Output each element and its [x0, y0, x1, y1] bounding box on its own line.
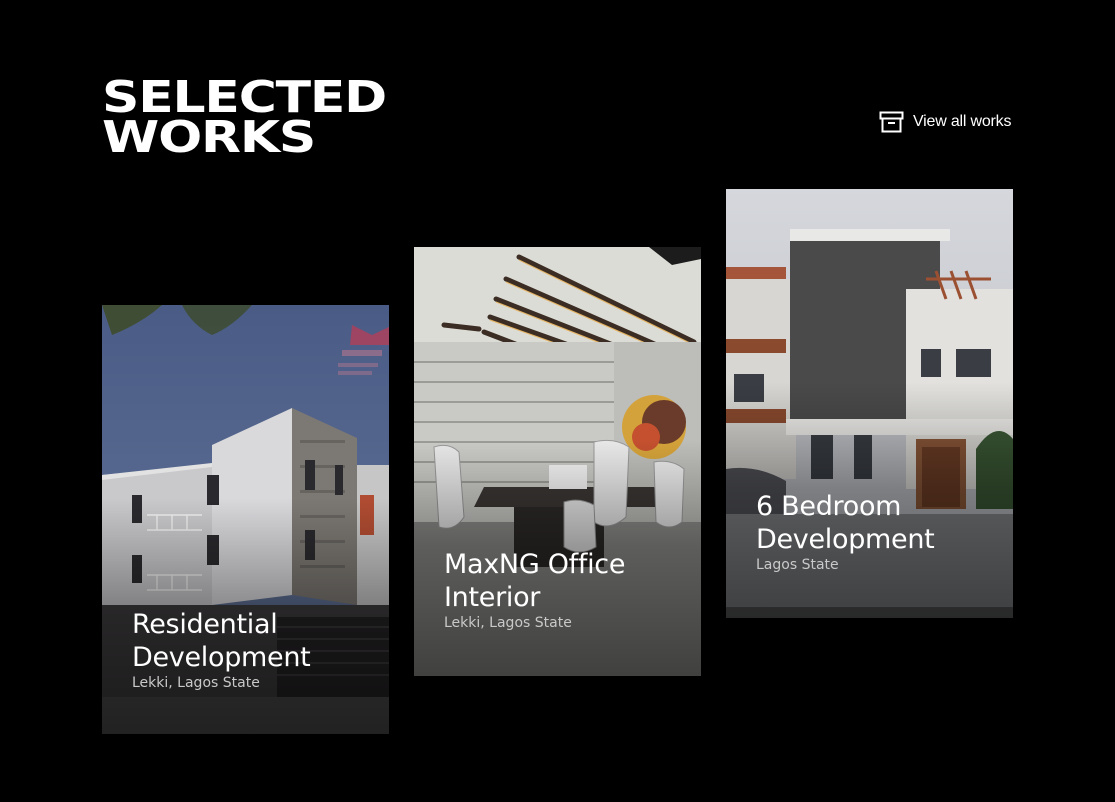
archive-box-icon [879, 111, 904, 133]
view-all-works-link[interactable]: View all works [879, 111, 1011, 133]
work-location: Lagos State [756, 557, 839, 573]
work-caption: MaxNG Office Interior Lekki, Lagos State [444, 548, 685, 632]
work-title: MaxNG Office Interior [444, 549, 626, 613]
section-heading: SELECTED WORKS [102, 76, 387, 163]
work-title: 6 Bedroom Development [756, 491, 935, 555]
work-card-maxng-office-interior[interactable]: MaxNG Office Interior Lekki, Lagos State [414, 247, 701, 676]
work-card-6-bedroom-development[interactable]: 6 Bedroom Development Lagos State [726, 189, 1013, 618]
work-card-residential-development[interactable]: Residential Development Lekki, Lagos Sta… [102, 305, 389, 734]
work-title: Residential Development [132, 609, 311, 673]
work-caption: 6 Bedroom Development Lagos State [756, 490, 997, 574]
heading-line-2: WORKS [102, 112, 316, 163]
view-all-works-label: View all works [913, 113, 1012, 130]
work-caption: Residential Development Lekki, Lagos Sta… [132, 608, 373, 692]
work-location: Lekki, Lagos State [132, 675, 260, 691]
work-location: Lekki, Lagos State [444, 615, 572, 631]
